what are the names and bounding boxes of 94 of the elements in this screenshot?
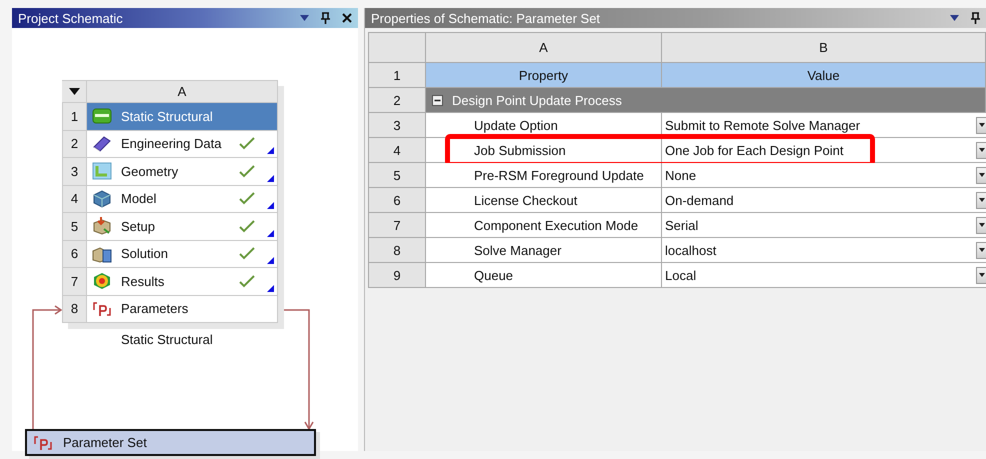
row-number: 1 [62, 103, 87, 130]
property-value[interactable]: localhost [662, 238, 986, 263]
book-icon [92, 134, 112, 153]
corner-triangle-icon [267, 284, 274, 292]
caret-icon [68, 88, 80, 95]
row-number: 9 [369, 263, 426, 288]
dropdown-button[interactable] [976, 192, 986, 208]
system-cell[interactable]: Static Structural [87, 103, 278, 130]
cell-label: Static Structural [121, 108, 214, 124]
property-value[interactable]: One Job for Each Design Point [662, 138, 986, 163]
dropdown-icon[interactable] [950, 15, 959, 21]
row-number: 8 [62, 296, 87, 323]
header-cell: Property [426, 63, 662, 88]
property-value[interactable]: Local [662, 263, 986, 288]
geometry-icon [92, 162, 112, 180]
corner-triangle-icon [267, 202, 274, 209]
dropdown-icon[interactable] [300, 15, 309, 21]
system-cell[interactable]: Setup [87, 213, 278, 240]
system-caption: Static Structural [121, 332, 213, 347]
property-value[interactable]: On-demand [662, 188, 986, 213]
cell-label: Parameters [121, 301, 190, 316]
collapse-button[interactable] [62, 80, 87, 103]
header-cell: Value [662, 63, 986, 88]
row-number: 7 [369, 213, 426, 238]
row-number: 3 [62, 158, 87, 186]
dropdown-button[interactable] [976, 116, 986, 134]
column-header: A [87, 80, 278, 103]
property-name: Component Execution Mode [426, 213, 662, 238]
group-row[interactable]: Design Point Update Process [426, 88, 986, 113]
corner-triangle-icon [267, 174, 274, 182]
system-cell[interactable]: Parameters [87, 296, 278, 323]
caret-icon [978, 248, 984, 252]
row-number: 6 [369, 188, 426, 213]
pin-icon[interactable] [321, 12, 330, 24]
dropdown-button[interactable] [976, 242, 986, 258]
cell-label: Model [121, 191, 158, 206]
corner-triangle-icon [267, 230, 274, 236]
property-value[interactable]: Submit to Remote Solve Manager [662, 113, 986, 138]
cell-label: Setup [121, 218, 156, 234]
caret-icon [978, 173, 984, 177]
contour-cube-icon [92, 272, 112, 290]
row-number: 8 [369, 238, 426, 263]
parameter-set-icon [33, 434, 53, 452]
dropdown-button[interactable] [976, 266, 986, 284]
pin-icon[interactable] [971, 12, 980, 24]
row-number: 7 [62, 268, 87, 296]
system-cell[interactable]: Geometry [87, 158, 278, 186]
row-number: 5 [369, 163, 426, 188]
system-cell[interactable]: Results [87, 268, 278, 296]
caret-icon [978, 148, 984, 152]
caret-icon [978, 123, 984, 127]
dropdown-button[interactable] [976, 166, 986, 184]
row-number: 3 [369, 113, 426, 138]
property-name: Solve Manager [426, 238, 662, 263]
cell-label: Geometry [121, 164, 180, 179]
corner-triangle-icon [267, 257, 274, 264]
row-number: 5 [62, 213, 87, 240]
property-value[interactable]: Serial [662, 213, 986, 238]
system-icon [92, 107, 112, 126]
calculator-box-icon [92, 244, 112, 263]
row-number: 4 [369, 138, 426, 163]
group-label: Design Point Update Process [452, 92, 622, 108]
system-cell[interactable]: Solution [87, 240, 278, 268]
row-number: 6 [62, 240, 87, 268]
panel-title: Properties of Schematic: Parameter Set [371, 10, 602, 26]
property-value[interactable]: None [662, 163, 986, 188]
row-number: 4 [62, 186, 87, 213]
property-name: Pre-RSM Foreground Update [426, 163, 662, 188]
caret-icon [978, 198, 984, 202]
system-cell[interactable]: Engineering Data [87, 130, 278, 158]
mesh-cube-icon [92, 190, 112, 208]
caret-icon [978, 223, 984, 227]
cell-label: Results [121, 274, 166, 289]
dropdown-button[interactable] [976, 142, 986, 158]
close-icon[interactable] [342, 13, 352, 23]
property-name: License Checkout [426, 188, 662, 213]
cell-label: Engineering Data [121, 136, 222, 152]
row-number: 2 [62, 130, 87, 158]
property-name: Job Submission [426, 138, 662, 163]
dropdown-button[interactable] [976, 216, 986, 234]
column-header: A [426, 33, 662, 63]
column-header: B [662, 33, 986, 63]
panel-title: Project Schematic [18, 10, 124, 26]
row-number: 1 [369, 63, 426, 88]
caret-icon [978, 273, 984, 277]
cell-label: Solution [121, 246, 169, 262]
system-cell[interactable]: Model [87, 186, 278, 213]
property-name: Queue [426, 263, 662, 288]
block-label: Parameter Set [63, 435, 147, 450]
row-number: 2 [369, 88, 426, 113]
parameters-icon [92, 300, 112, 318]
corner-triangle-icon [267, 147, 274, 154]
collapse-icon[interactable] [432, 94, 443, 106]
setup-box-icon [92, 217, 112, 236]
